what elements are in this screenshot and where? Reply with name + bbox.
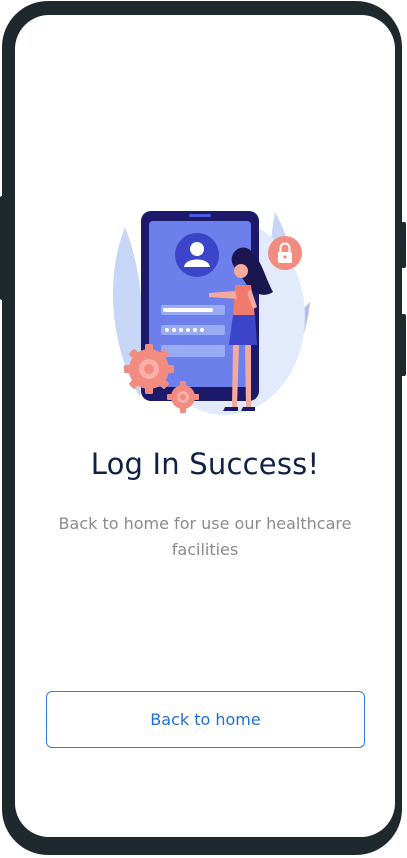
back-to-home-button[interactable]: Back to home: [46, 691, 365, 748]
page-subtitle: Back to home for use our healthcare faci…: [58, 514, 352, 559]
back-to-home-label: Back to home: [150, 710, 261, 729]
app-screen: Log In Success! Back to home for use our…: [15, 15, 395, 837]
login-success-illustration: [113, 211, 310, 415]
page-title: Log In Success!: [90, 447, 320, 481]
